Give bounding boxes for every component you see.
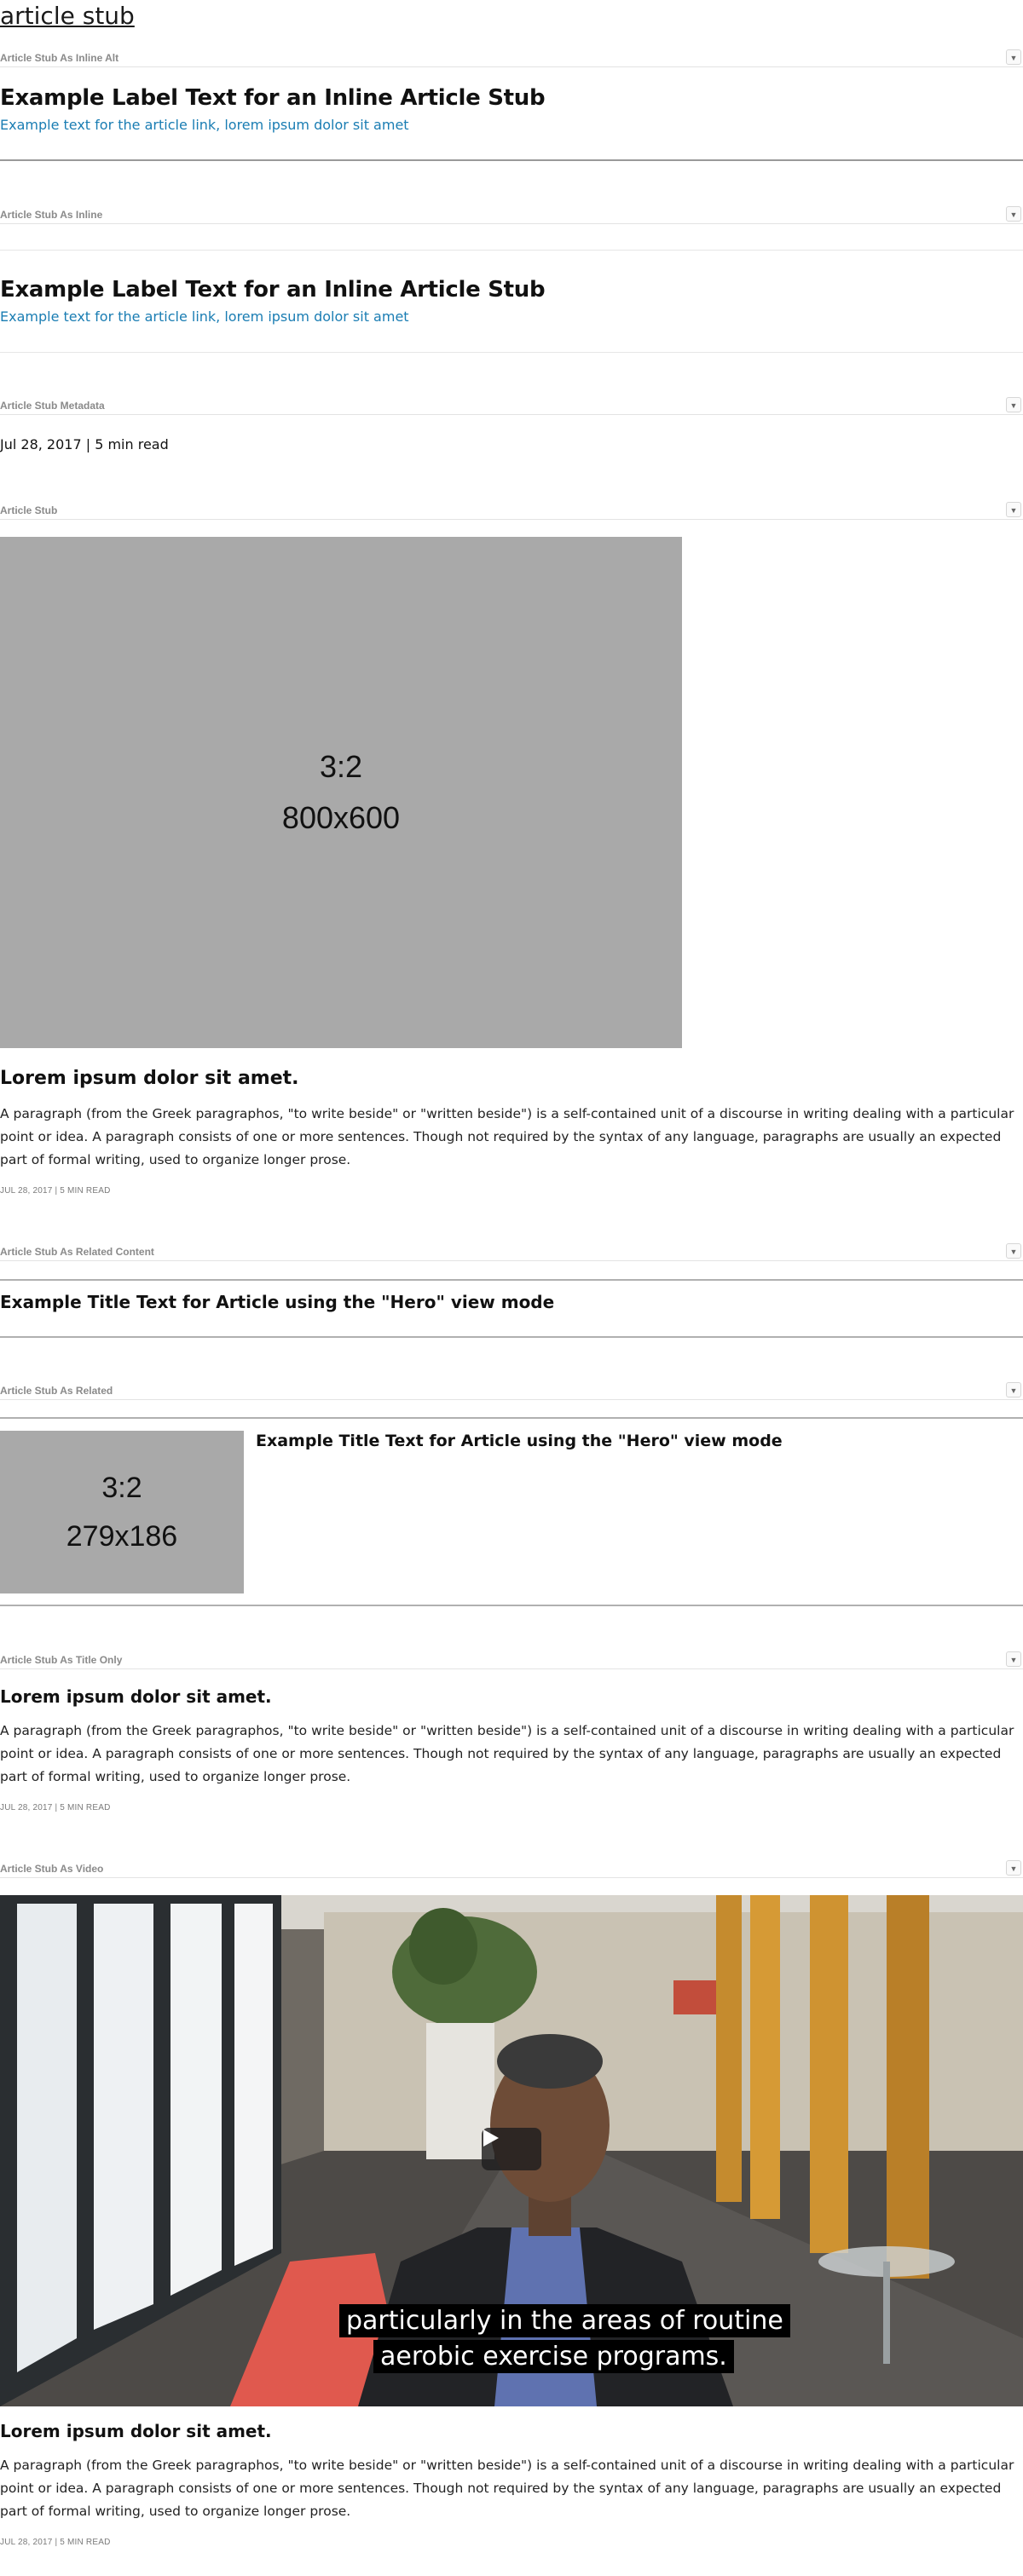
section-label: Article Stub As Inline: [0, 209, 103, 221]
divider: [0, 352, 1023, 353]
related-image-placeholder[interactable]: 3:2 279x186: [0, 1431, 244, 1593]
inline-link[interactable]: Example text for the article link, lorem…: [0, 308, 409, 325]
article-body: A paragraph (from the Greek paragraphos,…: [0, 1106, 1014, 1167]
divider: [0, 159, 1023, 161]
section-label: Article Stub As Inline Alt: [0, 52, 119, 64]
article-meta: JUL 28, 2017 | 5 MIN READ: [0, 2538, 111, 2547]
section-header-article-stub: Article Stub ▼: [0, 502, 1023, 520]
article-heading[interactable]: Lorem ipsum dolor sit amet.: [0, 1068, 299, 1089]
chevron-down-icon[interactable]: ▼: [1006, 1243, 1021, 1259]
section-label: Article Stub Metadata: [0, 400, 105, 412]
chevron-down-icon[interactable]: ▼: [1006, 1382, 1021, 1397]
image-ratio: 3:2: [319, 749, 363, 784]
image-ratio: 3:2: [101, 1471, 142, 1504]
chevron-down-icon[interactable]: ▼: [1006, 206, 1021, 222]
video-player[interactable]: particularly in the areas of routine aer…: [0, 1895, 1023, 2406]
related-title[interactable]: Example Title Text for Article using the…: [256, 1432, 783, 1450]
image-dimensions: 800x600: [281, 800, 401, 835]
video-caption-line-1: particularly in the areas of routine: [339, 2304, 790, 2337]
section-label: Article Stub As Video: [0, 1863, 104, 1875]
section-label: Article Stub As Related: [0, 1385, 113, 1397]
section-label: Article Stub As Related Content: [0, 1246, 154, 1258]
article-image-placeholder[interactable]: 3:2 800x600: [0, 537, 682, 1048]
article-meta: JUL 28, 2017 | 5 MIN READ: [0, 1186, 111, 1196]
chevron-down-icon[interactable]: ▼: [1006, 1651, 1021, 1667]
article-heading[interactable]: Lorem ipsum dolor sit amet.: [0, 2421, 272, 2441]
section-header-related: Article Stub As Related ▼: [0, 1382, 1023, 1400]
divider: [0, 250, 1023, 251]
chevron-down-icon[interactable]: ▼: [1006, 397, 1021, 412]
play-icon: [483, 2129, 499, 2147]
section-label: Article Stub: [0, 504, 58, 516]
video-caption-line-2: aerobic exercise programs.: [373, 2340, 734, 2373]
page-title-link[interactable]: article stub: [0, 2, 135, 30]
section-header-related-content: Article Stub As Related Content ▼: [0, 1243, 1023, 1261]
inline-alt-link[interactable]: Example text for the article link, lorem…: [0, 117, 409, 133]
divider: [0, 1417, 1023, 1419]
divider: [0, 1336, 1023, 1338]
inline-title: Example Label Text for an Inline Article…: [0, 277, 546, 303]
section-header-video: Article Stub As Video ▼: [0, 1860, 1023, 1878]
chevron-down-icon[interactable]: ▼: [1006, 49, 1021, 65]
inline-alt-title: Example Label Text for an Inline Article…: [0, 85, 546, 111]
section-header-title-only: Article Stub As Title Only ▼: [0, 1651, 1023, 1669]
article-meta: JUL 28, 2017 | 5 MIN READ: [0, 1803, 111, 1812]
article-body: A paragraph (from the Greek paragraphos,…: [0, 2458, 1014, 2519]
section-label: Article Stub As Title Only: [0, 1654, 123, 1666]
section-header-inline-alt: Article Stub As Inline Alt ▼: [0, 49, 1023, 67]
chevron-down-icon[interactable]: ▼: [1006, 1860, 1021, 1876]
article-metadata: Jul 28, 2017 | 5 min read: [0, 436, 169, 452]
article-body: A paragraph (from the Greek paragraphos,…: [0, 1723, 1014, 1784]
related-content-title[interactable]: Example Title Text for Article using the…: [0, 1292, 554, 1312]
article-heading[interactable]: Lorem ipsum dolor sit amet.: [0, 1686, 272, 1707]
play-button[interactable]: [482, 2128, 541, 2170]
divider: [0, 1279, 1023, 1281]
image-dimensions: 279x186: [66, 1519, 178, 1553]
chevron-down-icon[interactable]: ▼: [1006, 502, 1021, 517]
section-header-metadata: Article Stub Metadata ▼: [0, 397, 1023, 415]
section-header-inline: Article Stub As Inline ▼: [0, 206, 1023, 224]
divider: [0, 1605, 1023, 1606]
